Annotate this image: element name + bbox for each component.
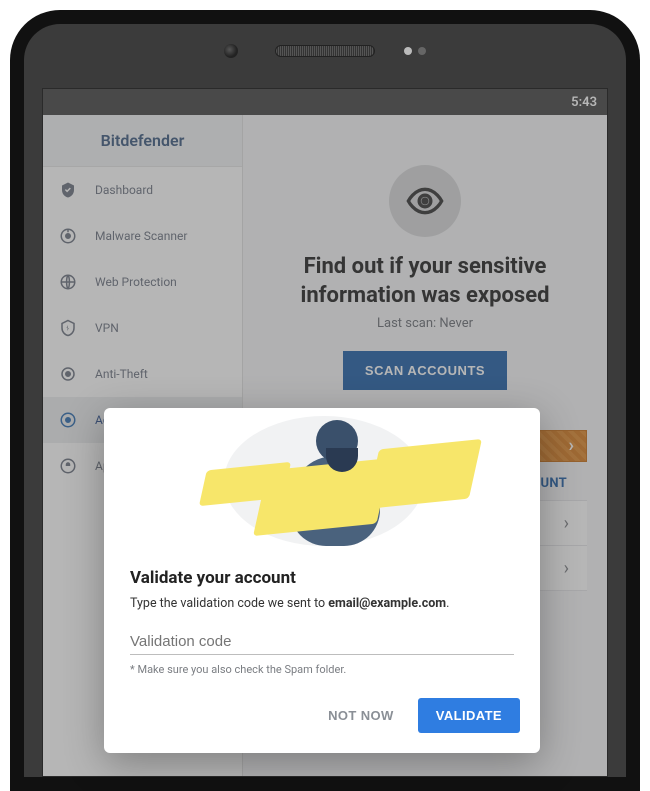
- validate-button[interactable]: VALIDATE: [418, 698, 520, 733]
- camera-icon: [224, 44, 238, 58]
- validation-code-input[interactable]: [130, 629, 514, 655]
- validate-account-modal: Validate your account Type the validatio…: [104, 408, 540, 753]
- modal-instruction: Type the validation code we sent to emai…: [104, 596, 540, 629]
- modal-actions: NOT NOW VALIDATE: [104, 676, 540, 737]
- modal-illustration: [104, 408, 540, 556]
- speaker-icon: [275, 45, 375, 57]
- hardware-bar: [24, 24, 626, 78]
- not-now-button[interactable]: NOT NOW: [316, 698, 406, 733]
- modal-title: Validate your account: [104, 556, 540, 596]
- modal-email: email@example.com: [328, 596, 446, 611]
- indicator-dots: [404, 47, 426, 55]
- spam-hint: * Make sure you also check the Spam fold…: [104, 659, 540, 676]
